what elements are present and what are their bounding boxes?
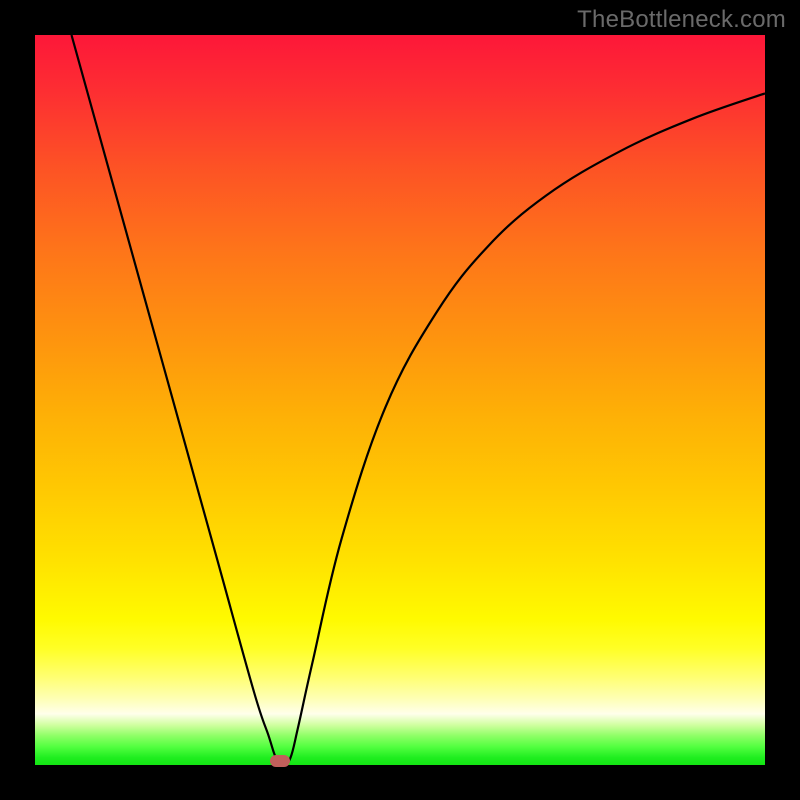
chart-area	[35, 35, 765, 765]
curve-plot	[35, 35, 765, 765]
optimum-marker	[270, 755, 290, 767]
watermark: TheBottleneck.com	[577, 6, 786, 34]
curve-line	[72, 35, 766, 765]
